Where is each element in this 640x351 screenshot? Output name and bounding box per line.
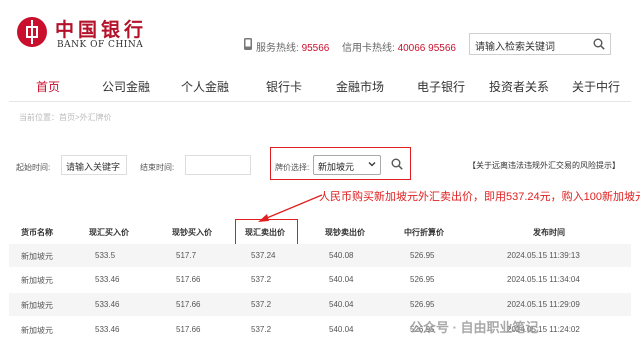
cell-publish-time: 2024.05.15 11:29:09 [507,300,580,309]
nav-divider [9,101,631,102]
nav-ebanking[interactable]: 电子银行 [417,78,465,95]
nav-personal[interactable]: 个人金融 [181,78,229,95]
currency-select[interactable]: 新加坡元 [313,155,381,175]
cell-cash-sell: 540.08 [329,251,354,260]
header-spot-sell: 现汇卖出价 [245,228,285,237]
search-icon[interactable] [391,158,403,170]
table-row: 新加坡元 533.46 517.66 537.2 540.04 526.95 2… [9,268,631,291]
card-number: 40066 95566 [397,43,456,54]
nav-corporate[interactable]: 公司金融 [102,78,150,95]
bank-logo-icon[interactable] [17,17,47,47]
cell-cash-buy: 517.7 [176,251,197,260]
service-number: 95566 [301,43,330,54]
currency-select-label: 牌价选择: [275,163,310,172]
service-hotline: 服务热线: 95566 [256,39,329,54]
cell-currency: 新加坡元 [21,276,53,285]
end-time-input[interactable] [185,155,251,175]
brand-name-cn[interactable]: 中国银行 [55,15,147,42]
table-row: 新加坡元 533.46 517.66 537.2 540.04 526.95 2… [9,293,631,316]
header-cash-buy: 现钞买入价 [172,228,212,237]
cell-boc-rate: 526.95 [410,251,435,260]
cell-spot-buy: 533.46 [95,275,120,284]
site-search-input[interactable]: 请输入检索关键词 [469,33,611,55]
nav-cards[interactable]: 银行卡 [266,78,302,95]
cell-publish-time: 2024.05.15 11:39:13 [507,251,580,260]
cell-spot-buy: 533.5 [95,251,116,260]
cell-spot-sell: 537.2 [251,275,272,284]
chevron-down-icon [368,162,376,167]
cell-cash-buy: 517.66 [176,300,201,309]
main-nav: 首页 公司金融 个人金融 银行卡 金融市场 电子银行 投资者关系 关于中行 [9,72,640,98]
card-label: 信用卡热线: [342,43,395,54]
service-label: 服务热线: [256,43,299,54]
header-boc-rate: 中行折算价 [404,228,444,237]
nav-about[interactable]: 关于中行 [572,78,620,95]
cell-cash-buy: 517.66 [176,275,201,284]
cell-boc-rate: 526.95 [410,300,435,309]
header-publish-time: 发布时间 [533,228,565,237]
nav-markets[interactable]: 金融市场 [336,78,384,95]
search-placeholder: 请输入检索关键词 [475,42,555,53]
cell-spot-sell: 537.2 [251,325,272,334]
brand-name-en: BANK OF CHINA [57,40,144,50]
cell-cash-sell: 540.04 [329,325,354,334]
breadcrumb[interactable]: 当前位置：首页>外汇牌价 [19,112,112,123]
end-time-label: 结束时间: [140,163,175,172]
cell-spot-sell: 537.24 [251,251,276,260]
keyword-input[interactable]: 请输入关键字 [61,155,127,175]
header-spot-buy: 现汇买入价 [89,228,129,237]
cell-spot-buy: 533.46 [95,300,120,309]
currency-select-value: 新加坡元 [318,162,355,172]
cell-currency: 新加坡元 [21,326,53,335]
nav-home[interactable]: 首页 [36,78,60,95]
nav-investors[interactable]: 投资者关系 [489,78,549,95]
cell-spot-sell: 537.2 [251,300,272,309]
cell-spot-buy: 533.46 [95,325,120,334]
cell-cash-sell: 540.04 [329,300,354,309]
cell-publish-time: 2024.05.15 11:34:04 [507,275,580,284]
cell-currency: 新加坡元 [21,301,53,310]
cell-currency: 新加坡元 [21,252,53,261]
annotation-text: 人民币购买新加坡元外汇卖出价，即用537.24元，购入100新加坡元 [319,191,640,203]
header-currency: 货币名称 [21,228,53,237]
cell-cash-buy: 517.66 [176,325,201,334]
card-hotline: 信用卡热线: 40066 95566 [342,39,456,54]
risk-notice-link[interactable]: 【关于远离违法违规外汇交易的风险提示】 [468,160,620,171]
search-icon[interactable] [593,38,605,50]
watermark: 公众号 · 自由职业笔记 [410,320,539,335]
cell-boc-rate: 526.95 [410,275,435,284]
header-cash-sell: 现钞卖出价 [325,228,365,237]
table-row: 新加坡元 533.5 517.7 537.24 540.08 526.95 20… [9,244,631,267]
phone-icon [244,38,252,50]
start-time-label: 起始时间: [16,163,51,172]
cell-cash-sell: 540.04 [329,275,354,284]
